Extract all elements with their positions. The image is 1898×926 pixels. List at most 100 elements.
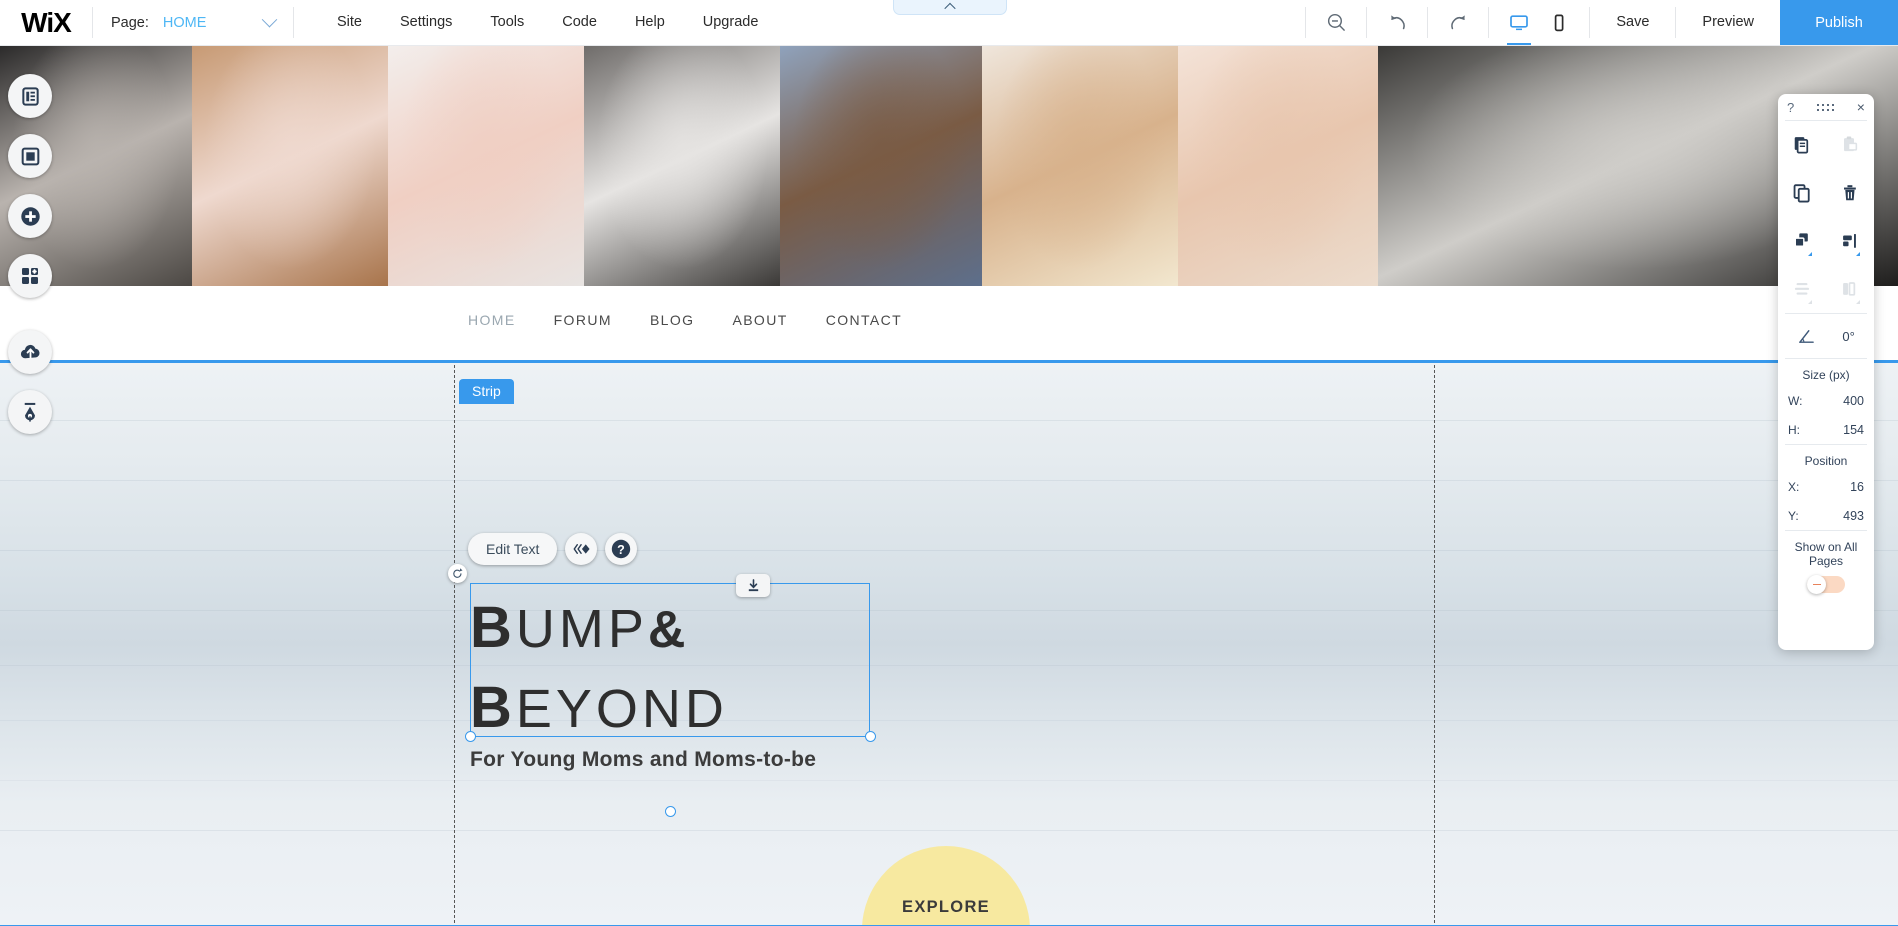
header-image-strip [0,46,1898,286]
height-key: H: [1788,422,1800,437]
width-row: W: 400 [1778,386,1874,415]
nav-item-contact[interactable]: CONTACT [826,312,902,328]
header-image-baby-feet-in-hands[interactable] [388,46,584,286]
water-texture-line [0,610,1898,611]
height-input[interactable]: 154 [1843,423,1864,437]
align-button[interactable] [1826,217,1874,265]
y-key: Y: [1788,508,1799,523]
tool-panel-header: ? × [1778,94,1874,120]
header-image-pregnant-woman-in-dress[interactable] [192,46,388,286]
copy-style-button[interactable] [1778,121,1826,169]
align-icon [1843,234,1856,248]
image-overlay [1178,46,1378,286]
plus-icon [20,206,40,226]
show-on-all-pages-toggle[interactable] [1807,575,1845,594]
image-overlay [982,46,1178,286]
nav-item-forum[interactable]: FORUM [554,312,612,328]
width-input[interactable]: 400 [1843,394,1864,408]
header-image-hands-holding-pinecones[interactable] [780,46,982,286]
arrange-button[interactable] [1778,217,1826,265]
water-texture-line [0,480,1898,481]
header-image-girl-holding-eggs[interactable] [982,46,1178,286]
menu-bar: Site Settings Tools Code Help Upgrade [294,0,777,45]
distribute-caret-icon [1808,300,1812,304]
menu-item-help[interactable]: Help [616,0,684,45]
download-handle-button[interactable] [736,574,770,597]
sidebar-item-blog-manager[interactable] [8,390,52,434]
water-texture-line [0,830,1898,831]
menu-item-code[interactable]: Code [543,0,616,45]
rotation-angle-icon [1799,329,1814,343]
right-guide-line [1434,360,1435,926]
sidebar-item-background[interactable] [8,134,52,178]
water-texture-line [0,550,1898,551]
close-icon[interactable]: × [1857,100,1865,114]
left-sidebar [0,46,60,926]
delete-button[interactable] [1826,169,1874,217]
menu-item-upgrade[interactable]: Upgrade [684,0,778,45]
chevron-down-icon[interactable] [261,11,278,28]
header-image-hands-holding-baby-hand[interactable] [1178,46,1378,286]
minus-icon [1812,583,1821,586]
page-selector[interactable]: Page: HOME [93,0,293,45]
rotate-handle[interactable] [448,564,467,583]
height-row: H: 154 [1778,415,1874,444]
help-button[interactable]: ? [605,533,638,565]
width-key: W: [1788,393,1803,408]
collapse-toolbar-tab[interactable] [893,0,1007,15]
animation-icon [573,544,590,554]
sidebar-item-add-apps[interactable] [8,254,52,298]
edit-text-button[interactable]: Edit Text [468,533,558,565]
strip-label-tag[interactable]: Strip [459,379,514,404]
match-size-icon [1843,282,1856,296]
menu-item-tools[interactable]: Tools [471,0,543,45]
menu-item-site[interactable]: Site [318,0,381,45]
size-label: Size (px) [1802,368,1850,382]
drag-grip-icon[interactable] [1816,103,1835,111]
resize-handle-bottom[interactable] [665,806,676,817]
help-icon: ? [612,539,631,559]
paste-style-icon [1844,136,1858,152]
toggle-knob [1807,575,1826,594]
publish-button[interactable]: Publish [1780,0,1898,45]
redo-button[interactable] [1438,0,1478,45]
undo-button[interactable] [1377,0,1417,45]
resize-handle-right[interactable] [865,731,876,742]
x-key: X: [1788,479,1800,494]
tool-panel-actions [1778,121,1874,313]
desktop-view-button[interactable] [1499,0,1539,45]
sidebar-item-my-uploads[interactable] [8,330,52,374]
wix-logo[interactable]: WiX [0,0,92,45]
pages-icon [21,86,39,106]
animation-button[interactable] [565,533,598,565]
header-image-children-on-swing-bw[interactable] [584,46,780,286]
nav-item-home[interactable]: HOME [468,312,516,328]
resize-handle-left[interactable] [465,731,476,742]
sidebar-item-menus-and-pages[interactable] [8,74,52,118]
x-input[interactable]: 16 [1850,480,1864,494]
download-icon [748,579,758,592]
tool-panel-help-button[interactable]: ? [1787,100,1794,115]
duplicate-button[interactable] [1778,169,1826,217]
water-texture-line [0,720,1898,721]
undo-icon [1391,15,1405,30]
x-row: X: 16 [1778,472,1874,501]
hero-strip[interactable] [0,360,1898,926]
site-nav-list: HOME FORUM BLOG ABOUT CONTACT [0,286,1898,328]
sidebar-item-add-element[interactable] [8,194,52,238]
menu-item-settings[interactable]: Settings [381,0,471,45]
nav-item-blog[interactable]: BLOG [650,312,695,328]
redo-icon [1450,15,1465,30]
water-texture-line [0,420,1898,421]
preview-button[interactable]: Preview [1676,0,1780,45]
cta-line-1: EXPLORE [902,898,990,916]
rotation-value[interactable]: 0° [1842,329,1854,344]
mobile-view-button[interactable] [1539,0,1579,45]
save-button[interactable]: Save [1590,0,1675,45]
selected-text-box[interactable] [470,583,870,737]
water-texture-line [0,780,1898,781]
y-input[interactable]: 493 [1843,509,1864,523]
nav-item-about[interactable]: ABOUT [732,312,787,328]
apps-grid-icon [22,268,38,284]
zoom-out-button[interactable] [1316,0,1356,45]
